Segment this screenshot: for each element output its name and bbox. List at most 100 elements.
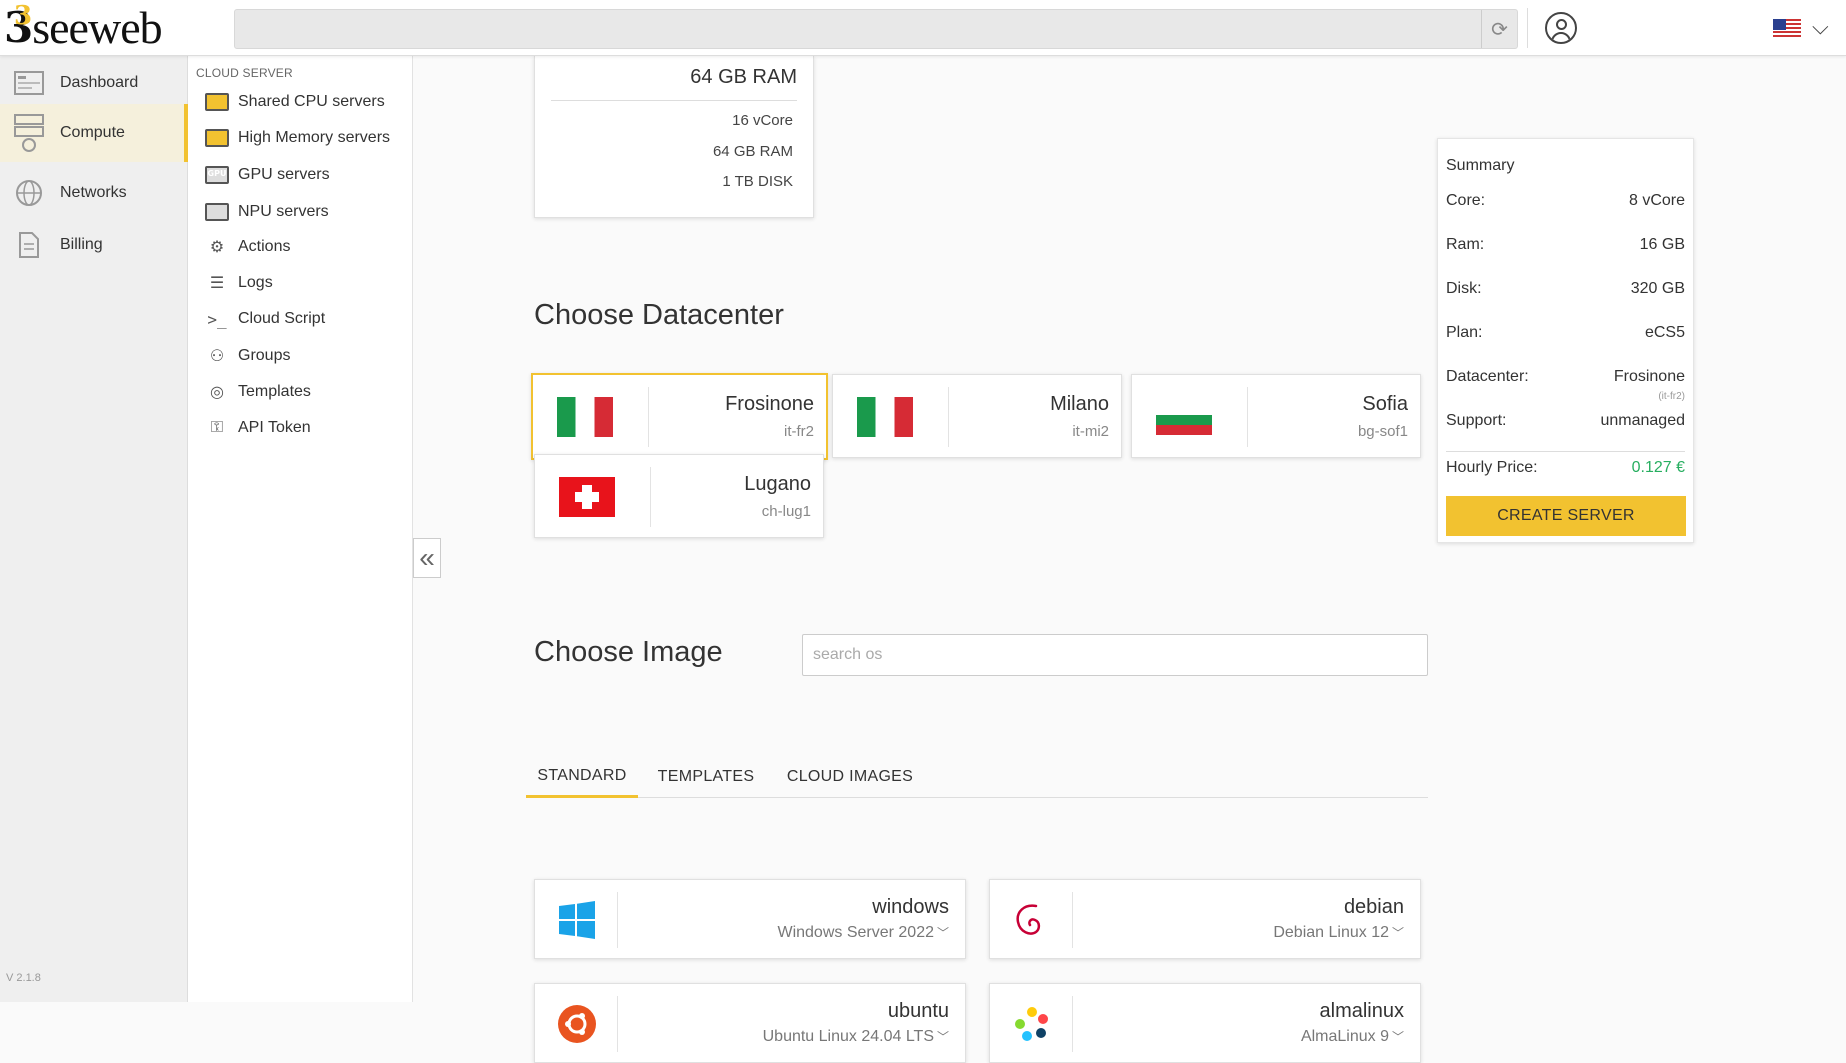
plan-title: 64 GB RAM (690, 66, 797, 88)
subnav-item-label: Shared CPU servers (238, 93, 385, 110)
tab-standard[interactable]: STANDARD (526, 756, 638, 798)
datacenter-card-frosinone[interactable]: Frosinone it-fr2 (531, 373, 828, 460)
selected-plan-card[interactable]: 64 GB RAM 16 vCore 64 GB RAM 1 TB DISK (534, 56, 814, 218)
chevron-down-icon[interactable]: ⌵ (1812, 14, 1829, 40)
summary-row-support: Support: unmanaged (1446, 412, 1685, 434)
summary-key: Datacenter: (1446, 368, 1529, 385)
os-card-almalinux[interactable]: almalinux AlmaLinux 9 ﹀ (989, 983, 1421, 1063)
summary-row-plan: Plan: eCS5 (1446, 324, 1685, 346)
top-bar: 33 seeweb ⟳ ⌵ (0, 0, 1846, 56)
create-server-button[interactable]: CREATE SERVER (1446, 496, 1686, 536)
address-bar[interactable]: ⟳ (234, 9, 1518, 49)
subnav-item-npu[interactable]: NPU servers (204, 197, 329, 227)
sidebar-item-billing[interactable]: Billing (0, 218, 188, 272)
summary-row-price: Hourly Price: 0.127 € (1446, 459, 1685, 481)
datacenter-card-sofia[interactable]: Sofia bg-sof1 (1131, 374, 1421, 458)
summary-value: Frosinone (1613, 368, 1685, 385)
sidebar-item-label: Billing (60, 236, 103, 253)
subnav-item-cloud-script[interactable]: >_ Cloud Script (204, 304, 325, 334)
plan-spec: 64 GB RAM (712, 143, 793, 160)
datacenter-code: bg-sof1 (1357, 423, 1408, 440)
os-version-select[interactable]: Ubuntu Linux 24.04 LTS ﹀ (763, 1028, 949, 1046)
os-version-label: Debian Linux 12 (1273, 924, 1389, 941)
card-divider (648, 387, 649, 447)
tab-templates[interactable]: TEMPLATES (650, 756, 762, 798)
gpu-chip-label: GPU (207, 169, 227, 178)
summary-value: 320 GB (1630, 280, 1685, 297)
subnav-item-templates[interactable]: ◎ Templates (204, 377, 311, 407)
api-token-icon: ⚿ (210, 419, 224, 436)
switzerland-flag-icon (559, 477, 615, 517)
card-divider (1247, 387, 1248, 447)
price-value: 0.127 € (1631, 459, 1685, 476)
os-version-select[interactable]: Debian Linux 12 ﹀ (1273, 924, 1404, 942)
groups-icon: ⚇ (209, 348, 225, 365)
os-card-windows[interactable]: windows Windows Server 2022 ﹀ (534, 879, 966, 959)
datacenter-code: it-fr2 (784, 423, 814, 440)
sidebar-item-dashboard[interactable]: Dashboard (0, 56, 188, 110)
subnav-item-groups[interactable]: ⚇ Groups (204, 341, 291, 371)
summary-value: unmanaged (1600, 412, 1685, 429)
os-name: ubuntu (887, 1000, 949, 1022)
subnav-item-label: Templates (238, 383, 311, 400)
summary-row-datacenter: Datacenter: Frosinone (1446, 368, 1685, 390)
subnav-item-label: High Memory servers (238, 129, 391, 146)
datacenter-card-milano[interactable]: Milano it-mi2 (832, 374, 1122, 458)
os-version-label: AlmaLinux 9 (1300, 1028, 1389, 1045)
user-account-icon[interactable] (1545, 12, 1577, 44)
datacenter-card-lugano[interactable]: Lugano ch-lug1 (534, 454, 824, 538)
logo-mark-icon: 33 (4, 1, 33, 52)
os-version-select[interactable]: Windows Server 2022 ﹀ (777, 924, 949, 942)
subnav-item-actions[interactable]: ⚙ Actions (204, 232, 291, 262)
summary-divider (1446, 451, 1685, 452)
subnav-item-label: Actions (238, 238, 291, 255)
os-card-ubuntu[interactable]: ubuntu Ubuntu Linux 24.04 LTS ﹀ (534, 983, 966, 1063)
card-divider (617, 892, 618, 948)
subnav-item-gpu[interactable]: GPU GPU servers (204, 160, 330, 190)
summary-title: Summary (1446, 157, 1515, 174)
sidebar-item-networks[interactable]: Networks (0, 166, 188, 220)
datacenter-code: it-mi2 (1072, 423, 1109, 440)
datacenter-name: Milano (1050, 393, 1109, 415)
subnav-item-high-memory[interactable]: High Memory servers (204, 123, 390, 153)
sidebar-item-compute[interactable]: Compute (0, 104, 188, 162)
os-version-label: Ubuntu Linux 24.04 LTS (762, 1028, 934, 1045)
compute-icon (14, 114, 44, 152)
ubuntu-logo-icon (558, 1005, 596, 1043)
subnav-item-shared-cpu[interactable]: Shared CPU servers (204, 87, 385, 117)
subnav-item-logs[interactable]: ☰ Logs (204, 268, 273, 298)
chevron-down-icon: ﹀ (1391, 926, 1404, 940)
summary-key: Plan: (1446, 324, 1483, 341)
subnav-item-label: Logs (238, 274, 273, 291)
plan-divider (551, 100, 797, 101)
summary-datacenter-code: (it-fr2) (1658, 391, 1685, 402)
os-version-select[interactable]: AlmaLinux 9 ﹀ (1301, 1028, 1404, 1046)
logs-icon: ☰ (209, 275, 225, 292)
tab-cloud-images[interactable]: CLOUD IMAGES (782, 756, 918, 798)
card-divider (1072, 892, 1073, 948)
sidebar-item-label: Compute (60, 124, 125, 141)
card-divider (650, 467, 651, 527)
terminal-icon: >_ (207, 309, 227, 329)
search-os-input[interactable] (802, 634, 1428, 676)
seeweb-logo[interactable]: 33 seeweb (4, 1, 163, 52)
subnav-item-api-token[interactable]: ⚿ API Token (204, 413, 311, 443)
plan-spec: 1 TB DISK (722, 173, 793, 190)
os-card-debian[interactable]: debian Debian Linux 12 ﹀ (989, 879, 1421, 959)
reload-icon[interactable]: ⟳ (1481, 10, 1517, 48)
almalinux-logo-icon (1015, 1007, 1048, 1041)
chevron-down-icon: ﹀ (1391, 1030, 1404, 1044)
us-flag-icon[interactable] (1773, 19, 1801, 39)
npu-chip-icon (204, 201, 230, 223)
templates-icon: ◎ (210, 384, 224, 401)
subnav-item-label: NPU servers (238, 203, 329, 220)
sidebar-item-label: Networks (60, 184, 127, 201)
bulgaria-flag-icon (1156, 405, 1212, 435)
os-name: almalinux (1319, 1000, 1404, 1022)
os-name: windows (872, 896, 949, 918)
compute-subnav: CLOUD SERVER Shared CPU servers High Mem… (188, 56, 413, 1002)
price-label: Hourly Price: (1446, 459, 1538, 476)
summary-row-ram: Ram: 16 GB (1446, 236, 1685, 258)
plan-spec: 16 vCore (732, 112, 793, 129)
summary-value: 16 GB (1639, 236, 1685, 253)
